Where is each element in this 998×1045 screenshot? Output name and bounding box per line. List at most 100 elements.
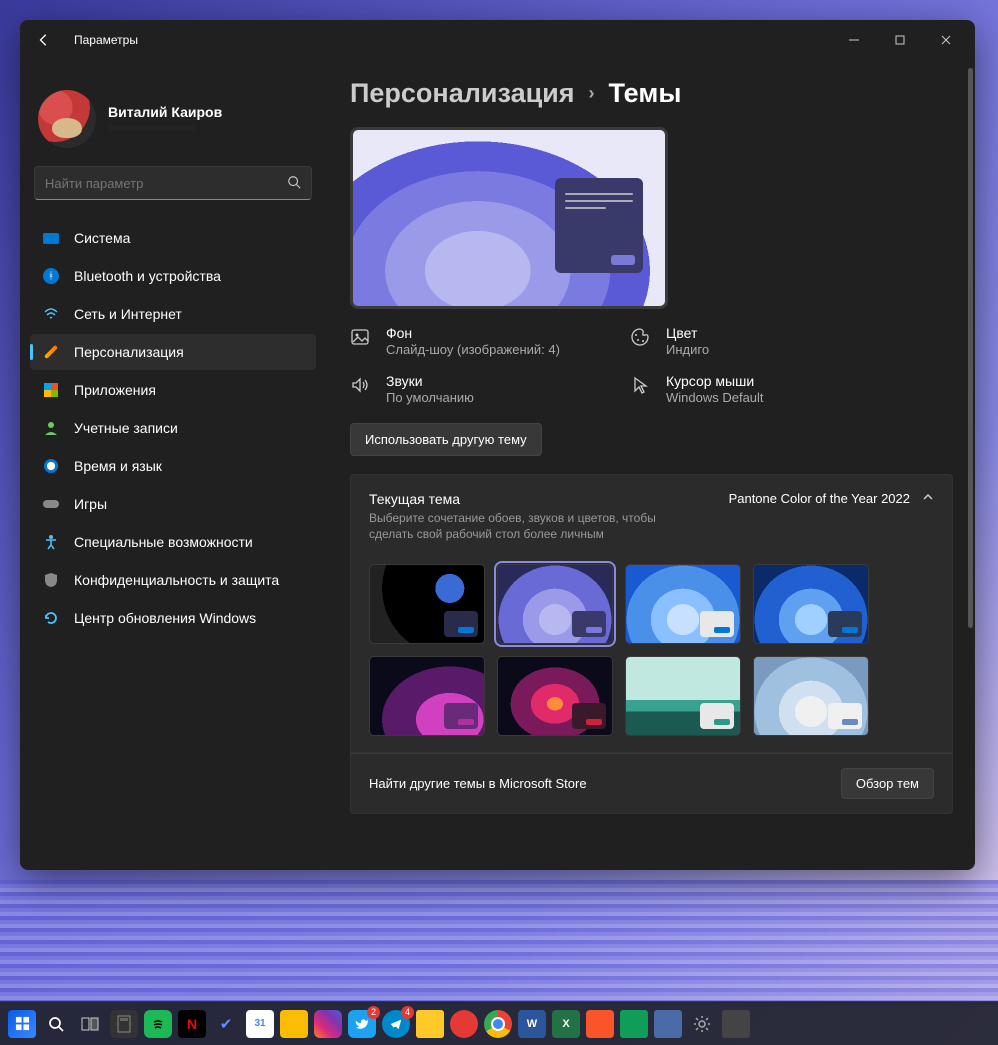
cursor-icon [630, 375, 652, 400]
keep-icon[interactable] [280, 1010, 308, 1038]
shield-icon [42, 571, 60, 589]
panel-collapse-toggle[interactable]: Pantone Color of the Year 2022 [729, 491, 934, 506]
taskbar-search-icon[interactable] [42, 1010, 70, 1038]
nav-bluetooth[interactable]: ᚼBluetooth и устройства [30, 258, 316, 294]
nav-label: Время и язык [74, 458, 162, 474]
chrome-icon[interactable] [484, 1010, 512, 1038]
app-icon[interactable] [722, 1010, 750, 1038]
option-background[interactable]: ФонСлайд-шоу (изображений: 4) [350, 321, 610, 361]
record-icon[interactable] [450, 1010, 478, 1038]
task-view-icon[interactable] [76, 1010, 104, 1038]
option-value: Индиго [666, 342, 709, 357]
back-button[interactable] [26, 22, 62, 58]
theme-tile-2-selected[interactable] [497, 564, 613, 644]
nav-accounts[interactable]: Учетные записи [30, 410, 316, 446]
nav-apps[interactable]: Приложения [30, 372, 316, 408]
start-button[interactable] [8, 1010, 36, 1038]
use-other-theme-button[interactable]: Использовать другую тему [350, 423, 542, 456]
telegram-icon[interactable]: 4 [382, 1010, 410, 1038]
theme-tile-3[interactable] [625, 564, 741, 644]
netflix-icon[interactable]: N [178, 1010, 206, 1038]
nav-system[interactable]: Система [30, 220, 316, 256]
nav-update[interactable]: Центр обновления Windows [30, 600, 316, 636]
spotify-icon[interactable] [144, 1010, 172, 1038]
nav-personalization[interactable]: Персонализация [30, 334, 316, 370]
theme-tile-8[interactable] [753, 656, 869, 736]
option-title: Курсор мыши [666, 373, 764, 389]
accessibility-icon [42, 533, 60, 551]
word-icon[interactable]: W [518, 1010, 546, 1038]
bluetooth-icon: ᚼ [43, 268, 59, 284]
update-icon [42, 609, 60, 627]
profile-name: Виталий Каиров [108, 104, 222, 120]
brush-icon [44, 345, 58, 359]
nav-privacy[interactable]: Конфиденциальность и защита [30, 562, 316, 598]
taskbar: N ✔ 31 2 4 W X [0, 1001, 998, 1045]
theme-tile-6[interactable] [497, 656, 613, 736]
search-box[interactable] [34, 166, 312, 200]
titlebar: Параметры [20, 20, 975, 60]
maximize-button[interactable] [877, 20, 923, 60]
system-icon [43, 233, 59, 244]
panel-title: Текущая тема [369, 491, 679, 507]
profile[interactable]: Виталий Каиров ························ [30, 70, 316, 166]
nav-label: Сеть и Интернет [74, 306, 182, 322]
chevron-up-icon [922, 491, 934, 506]
option-value: По умолчанию [386, 390, 474, 405]
folder-icon[interactable] [416, 1010, 444, 1038]
instagram-icon[interactable] [314, 1010, 342, 1038]
close-button[interactable] [923, 20, 969, 60]
excel-icon[interactable]: X [552, 1010, 580, 1038]
globe-icon [44, 459, 58, 473]
nav-label: Персонализация [74, 344, 184, 360]
avatar [38, 90, 96, 148]
theme-tile-5[interactable] [369, 656, 485, 736]
theme-tile-4[interactable] [753, 564, 869, 644]
badge: 2 [367, 1006, 380, 1019]
window-title: Параметры [74, 33, 138, 47]
nav-label: Система [74, 230, 130, 246]
option-sounds[interactable]: ЗвукиПо умолчанию [350, 369, 610, 409]
calendar-icon[interactable]: 31 [246, 1010, 274, 1038]
store-text: Найти другие темы в Microsoft Store [369, 776, 587, 791]
settings-window: Параметры Виталий Каиров ···············… [20, 20, 975, 870]
calculator-icon[interactable] [110, 1010, 138, 1038]
theme-preview [350, 127, 668, 309]
nav-label: Специальные возможности [74, 534, 253, 550]
current-theme-panel: Текущая тема Выберите сочетание обоев, з… [350, 474, 953, 753]
scrollbar[interactable] [968, 68, 973, 628]
search-icon [287, 175, 301, 192]
option-cursor[interactable]: Курсор мышиWindows Default [630, 369, 890, 409]
palette-icon [630, 327, 652, 352]
settings-icon[interactable] [688, 1010, 716, 1038]
apps-icon [44, 383, 58, 397]
breadcrumb-parent[interactable]: Персонализация [350, 78, 575, 109]
desktop-background [0, 880, 998, 1005]
option-title: Звуки [386, 373, 474, 389]
selected-theme-name: Pantone Color of the Year 2022 [729, 491, 910, 506]
twitter-icon[interactable]: 2 [348, 1010, 376, 1038]
breadcrumb: Персонализация › Темы [350, 78, 969, 109]
nav-network[interactable]: Сеть и Интернет [30, 296, 316, 332]
nav-accessibility[interactable]: Специальные возможности [30, 524, 316, 560]
brave-icon[interactable] [586, 1010, 614, 1038]
option-color[interactable]: ЦветИндиго [630, 321, 890, 361]
todo-icon[interactable]: ✔ [212, 1010, 240, 1038]
breadcrumb-current: Темы [609, 78, 682, 109]
window-controls [831, 20, 969, 60]
browse-themes-button[interactable]: Обзор тем [841, 768, 934, 799]
photos-icon[interactable] [654, 1010, 682, 1038]
nav-label: Конфиденциальность и защита [74, 572, 279, 588]
wifi-icon [42, 305, 60, 323]
search-input[interactable] [45, 176, 287, 191]
minimize-button[interactable] [831, 20, 877, 60]
theme-tile-7[interactable] [625, 656, 741, 736]
sheets-icon[interactable] [620, 1010, 648, 1038]
panel-subtitle: Выберите сочетание обоев, звуков и цвето… [369, 510, 679, 542]
badge: 4 [401, 1006, 414, 1019]
theme-tile-1[interactable] [369, 564, 485, 644]
nav-time[interactable]: Время и язык [30, 448, 316, 484]
nav-gaming[interactable]: Игры [30, 486, 316, 522]
nav-label: Центр обновления Windows [74, 610, 256, 626]
option-title: Фон [386, 325, 560, 341]
